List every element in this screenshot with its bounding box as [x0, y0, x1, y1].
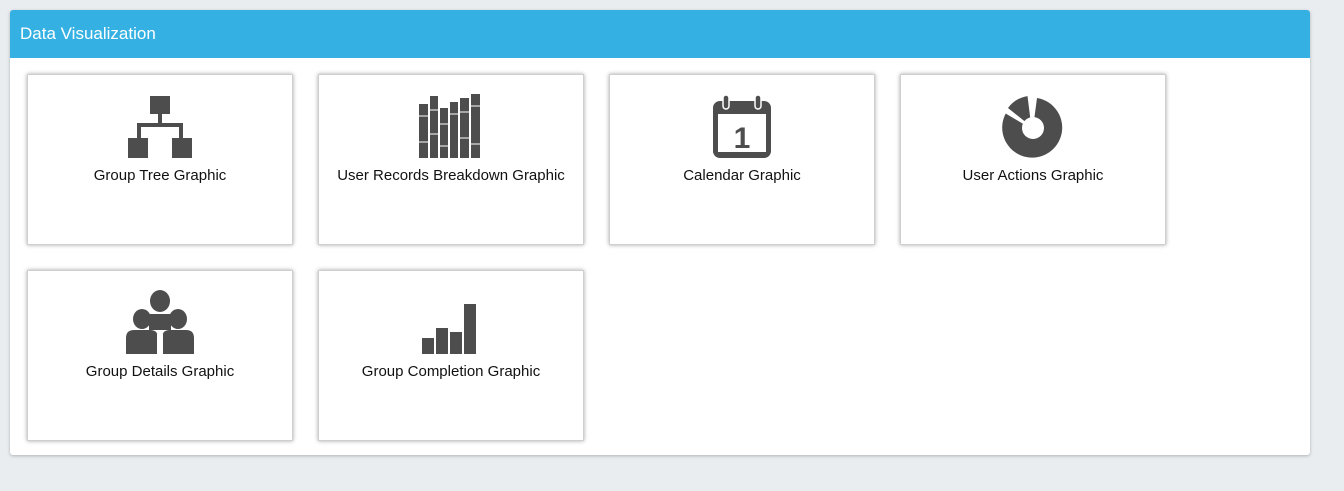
tile-label: User Records Breakdown Graphic	[337, 167, 565, 184]
bar-chart-icon	[319, 290, 583, 356]
panel-title: Data Visualization	[20, 24, 156, 43]
user-records-breakdown-tile[interactable]: User Records Breakdown Graphic	[318, 74, 584, 245]
group-users-icon	[28, 290, 292, 356]
data-visualization-panel: Data Visualization Group Tree Graphic Us…	[10, 10, 1310, 455]
calendar-icon: 1	[610, 94, 874, 160]
tile-label: User Actions Graphic	[962, 167, 1104, 184]
sitemap-icon	[28, 94, 292, 160]
tile-label: Group Completion Graphic	[361, 363, 541, 380]
user-actions-tile[interactable]: User Actions Graphic	[900, 74, 1166, 245]
panel-header: Data Visualization	[10, 10, 1310, 58]
group-completion-tile[interactable]: Group Completion Graphic	[318, 270, 584, 441]
calendar-day-number: 1	[734, 122, 751, 155]
tile-label: Calendar Graphic	[683, 167, 801, 184]
books-icon	[319, 94, 583, 160]
calendar-tile[interactable]: 1 Calendar Graphic	[609, 74, 875, 245]
donut-chart-icon	[901, 94, 1165, 160]
group-tree-tile[interactable]: Group Tree Graphic	[27, 74, 293, 245]
tile-label: Group Tree Graphic	[93, 167, 227, 184]
group-details-tile[interactable]: Group Details Graphic	[27, 270, 293, 441]
tile-label: Group Details Graphic	[85, 363, 235, 380]
